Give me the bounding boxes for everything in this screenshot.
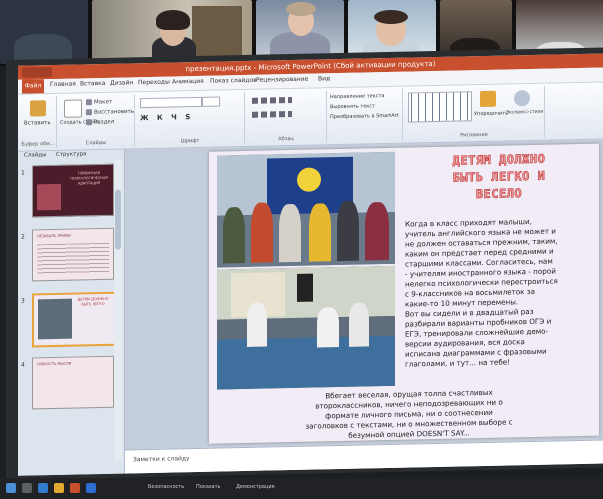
font-name-select[interactable] [140, 96, 202, 109]
group-drawing: Упорядочить Экспресс-стили Рисование [404, 85, 545, 141]
tab-file[interactable]: Файл [22, 79, 44, 94]
thumb-title: ПЕРВИЧНАЯ ПСИХОЛОГИЧЕСКАЯ АДАПТАЦИЯ [70, 171, 108, 186]
current-slide[interactable]: ДЕТЯМ ДОЛЖНО БЫТЬ ЛЕГКО И ВЕСЕЛО Когда в… [209, 143, 599, 444]
align-buttons[interactable] [252, 111, 292, 118]
new-slide-icon[interactable] [64, 99, 82, 118]
layout-button[interactable]: Макет [86, 99, 112, 106]
group-clipboard: Вставить Буфер обм... [20, 95, 57, 149]
slide-number: 1 [21, 169, 25, 177]
slide-thumbnail-3[interactable]: ДЕТЯМ ДОЛЖНО БЫТЬ ЛЕГКО [32, 291, 116, 348]
slide-number: 4 [21, 361, 25, 369]
show-label[interactable]: Показать [196, 484, 221, 490]
layout-icon [86, 99, 92, 106]
font-format-buttons[interactable]: Ж К Ч S [140, 113, 193, 122]
tab-transitions[interactable]: Переходы [138, 79, 170, 87]
tab-design[interactable]: Дизайн [110, 79, 133, 86]
group-paragraph: Абзац [246, 90, 327, 144]
tab-insert[interactable]: Вставка [80, 80, 105, 88]
section-icon [86, 119, 92, 126]
list-buttons[interactable] [252, 97, 292, 104]
notes-placeholder: Заметки к слайду [133, 455, 190, 464]
group-label: Шрифт [180, 137, 200, 145]
quick-styles-button[interactable]: Экспресс-стили [506, 110, 543, 116]
tab-view[interactable]: Вид [318, 75, 330, 82]
tab-home[interactable]: Главная [50, 81, 76, 89]
security-label[interactable]: Безопасность [148, 484, 184, 490]
group-label: Слайды [85, 139, 107, 147]
search-icon[interactable] [22, 483, 32, 493]
font-size-select[interactable] [202, 96, 220, 107]
tab-outline[interactable]: Структура [56, 151, 86, 158]
browser-icon[interactable] [38, 483, 48, 493]
paste-icon[interactable] [30, 100, 46, 117]
slide-title-line: ВЕСЕЛО [475, 186, 523, 202]
thumb-title: ДЕТЯМ ДОЛЖНО БЫТЬ ЛЕГКО [77, 296, 109, 307]
demo-label[interactable]: Демонстрация [236, 484, 275, 490]
reset-button[interactable]: Восстановить [86, 108, 134, 116]
slide-title[interactable]: ДЕТЯМ ДОЛЖНО БЫТЬ ЛЕГКО И ВЕСЕЛО [405, 150, 593, 205]
arrange-button[interactable]: Упорядочить [474, 110, 508, 117]
tab-slides[interactable]: Слайды [24, 152, 46, 158]
photo-classroom[interactable] [217, 265, 395, 390]
slide-text-right[interactable]: Когда в класс приходят малыши, учитель а… [405, 216, 595, 370]
align-text-button[interactable]: Выровнять текст [330, 103, 375, 110]
slide-edit-area: ДЕТЯМ ДОЛЖНО БЫТЬ ЛЕГКО И ВЕСЕЛО Когда в… [125, 139, 603, 450]
group-label: Буфер обм... [21, 140, 55, 148]
folder-icon[interactable] [54, 483, 64, 493]
powerpoint-icon[interactable] [70, 483, 80, 493]
tab-review[interactable]: Рецензирование [256, 76, 308, 84]
text-direction-button[interactable]: Направление текста [330, 93, 384, 100]
start-icon[interactable] [6, 483, 16, 493]
section-button[interactable]: Раздел [86, 119, 114, 126]
tab-animation[interactable]: Анимация [172, 78, 204, 86]
quick-access-toolbar[interactable] [22, 67, 52, 78]
slides-pane-scrollbar[interactable] [114, 159, 122, 460]
group-label: Рисование [460, 131, 488, 139]
participant-tile-1[interactable] [0, 0, 88, 64]
group-label: Абзац [278, 135, 294, 143]
slide-thumbnail-4[interactable]: ГИБКОСТЬ МЫСЛИ [32, 355, 114, 410]
powerpoint-window: презентация.pptx - Microsoft PowerPoint … [18, 53, 603, 476]
arrange-icon[interactable] [480, 90, 496, 108]
group-text-tools: Направление текста Выровнять текст Преоб… [328, 88, 403, 143]
tab-slideshow[interactable]: Показ слайдов [210, 77, 257, 85]
slide-text-bottom[interactable]: Вбегает веселая, орущая толпа счастливых… [239, 386, 579, 443]
slides-pane: Слайды Структура 1 ПЕРВИЧНАЯ ПСИХОЛОГИЧЕ… [18, 149, 125, 476]
quick-styles-icon[interactable] [514, 90, 530, 107]
slide-number: 3 [21, 297, 25, 305]
pane-tabs: Слайды Структура [18, 150, 124, 162]
scrollbar-thumb[interactable] [115, 189, 121, 250]
taskbar: Безопасность Показать Демонстрация [0, 478, 603, 499]
thumb-title: НЕЗАБЫТЬ ПРИМИ [37, 233, 71, 239]
shapes-gallery[interactable] [408, 91, 472, 123]
thumb-title: ГИБКОСТЬ МЫСЛИ [37, 361, 72, 367]
photo-children-costumes[interactable] [217, 151, 395, 268]
slide-number: 2 [21, 233, 25, 241]
smartart-button[interactable]: Преобразовать в SmartArt [330, 113, 399, 120]
group-slides: Создать слайд Макет Восстановить Раздел … [58, 94, 135, 148]
slide-thumbnail-2[interactable]: НЕЗАБЫТЬ ПРИМИ [32, 227, 114, 282]
reset-icon [86, 109, 92, 116]
paste-button[interactable]: Вставить [24, 120, 51, 127]
group-font: Ж К Ч S Шрифт [136, 91, 245, 147]
monitor-frame: презентация.pptx - Microsoft PowerPoint … [6, 47, 603, 481]
zoom-icon[interactable] [86, 483, 96, 493]
slide-thumbnail-1[interactable]: ПЕРВИЧНАЯ ПСИХОЛОГИЧЕСКАЯ АДАПТАЦИЯ [32, 163, 114, 218]
